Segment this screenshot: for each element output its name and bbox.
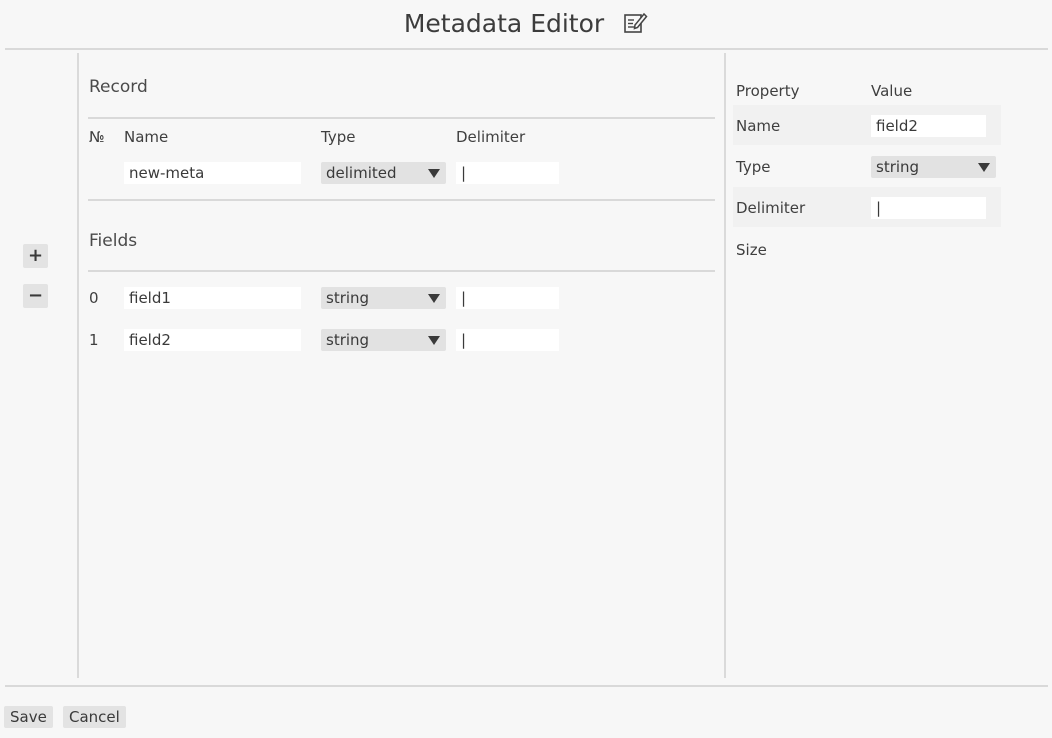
save-button[interactable]: Save: [4, 706, 53, 728]
record-divider-top: [88, 117, 715, 119]
add-field-button[interactable]: +: [23, 244, 48, 268]
left-panel-divider: [77, 53, 79, 678]
field-type-value: string: [326, 289, 370, 307]
column-header-type: Type: [321, 128, 356, 146]
title-divider: [5, 48, 1048, 50]
property-delimiter-input[interactable]: |: [871, 197, 986, 219]
caret-down-icon: [428, 336, 440, 345]
property-row-name: Name field2: [733, 105, 1001, 145]
page-title: Metadata Editor: [403, 9, 605, 38]
field-row-index: 0: [89, 289, 99, 307]
footer-divider: [5, 685, 1048, 687]
record-delimiter-input[interactable]: |: [456, 162, 559, 184]
property-name-input[interactable]: field2: [871, 115, 986, 137]
value-column-header: Value: [871, 82, 913, 100]
property-type-value: string: [876, 158, 920, 176]
column-header-delimiter: Delimiter: [456, 128, 526, 146]
field-type-select[interactable]: string: [321, 287, 446, 309]
field-type-value: string: [326, 331, 370, 349]
property-label: Delimiter: [736, 199, 806, 217]
page-title-bar: Metadata Editor: [0, 8, 1052, 42]
field-row-index: 1: [89, 331, 99, 349]
property-row-size: Size: [733, 229, 1001, 269]
field-delimiter-input[interactable]: |: [456, 287, 559, 309]
fields-divider: [88, 270, 715, 272]
caret-down-icon: [428, 169, 440, 178]
record-type-value: delimited: [326, 164, 397, 182]
record-section-title: Record: [89, 77, 148, 97]
property-row-type: Type string: [733, 146, 1001, 186]
column-header-number: №: [89, 128, 105, 146]
property-row-delimiter: Delimiter |: [733, 187, 1001, 227]
field-name-input[interactable]: field1: [124, 287, 301, 309]
record-type-select[interactable]: delimited: [321, 162, 446, 184]
cancel-button[interactable]: Cancel: [63, 706, 126, 728]
record-divider-bottom: [88, 199, 715, 201]
edit-document-icon: [622, 10, 648, 36]
property-label: Size: [736, 241, 767, 259]
fields-section-title: Fields: [89, 231, 138, 251]
caret-down-icon: [428, 294, 440, 303]
property-column-header: Property: [736, 82, 800, 100]
property-label: Name: [736, 117, 781, 135]
record-name-input[interactable]: new-meta: [124, 162, 301, 184]
field-type-select[interactable]: string: [321, 329, 446, 351]
property-type-select[interactable]: string: [871, 156, 996, 178]
property-label: Type: [736, 158, 771, 176]
caret-down-icon: [978, 163, 990, 172]
field-delimiter-input[interactable]: |: [456, 329, 559, 351]
remove-field-button[interactable]: −: [23, 284, 48, 308]
column-header-name: Name: [124, 128, 169, 146]
right-panel-divider: [724, 53, 726, 678]
field-name-input[interactable]: field2: [124, 329, 301, 351]
